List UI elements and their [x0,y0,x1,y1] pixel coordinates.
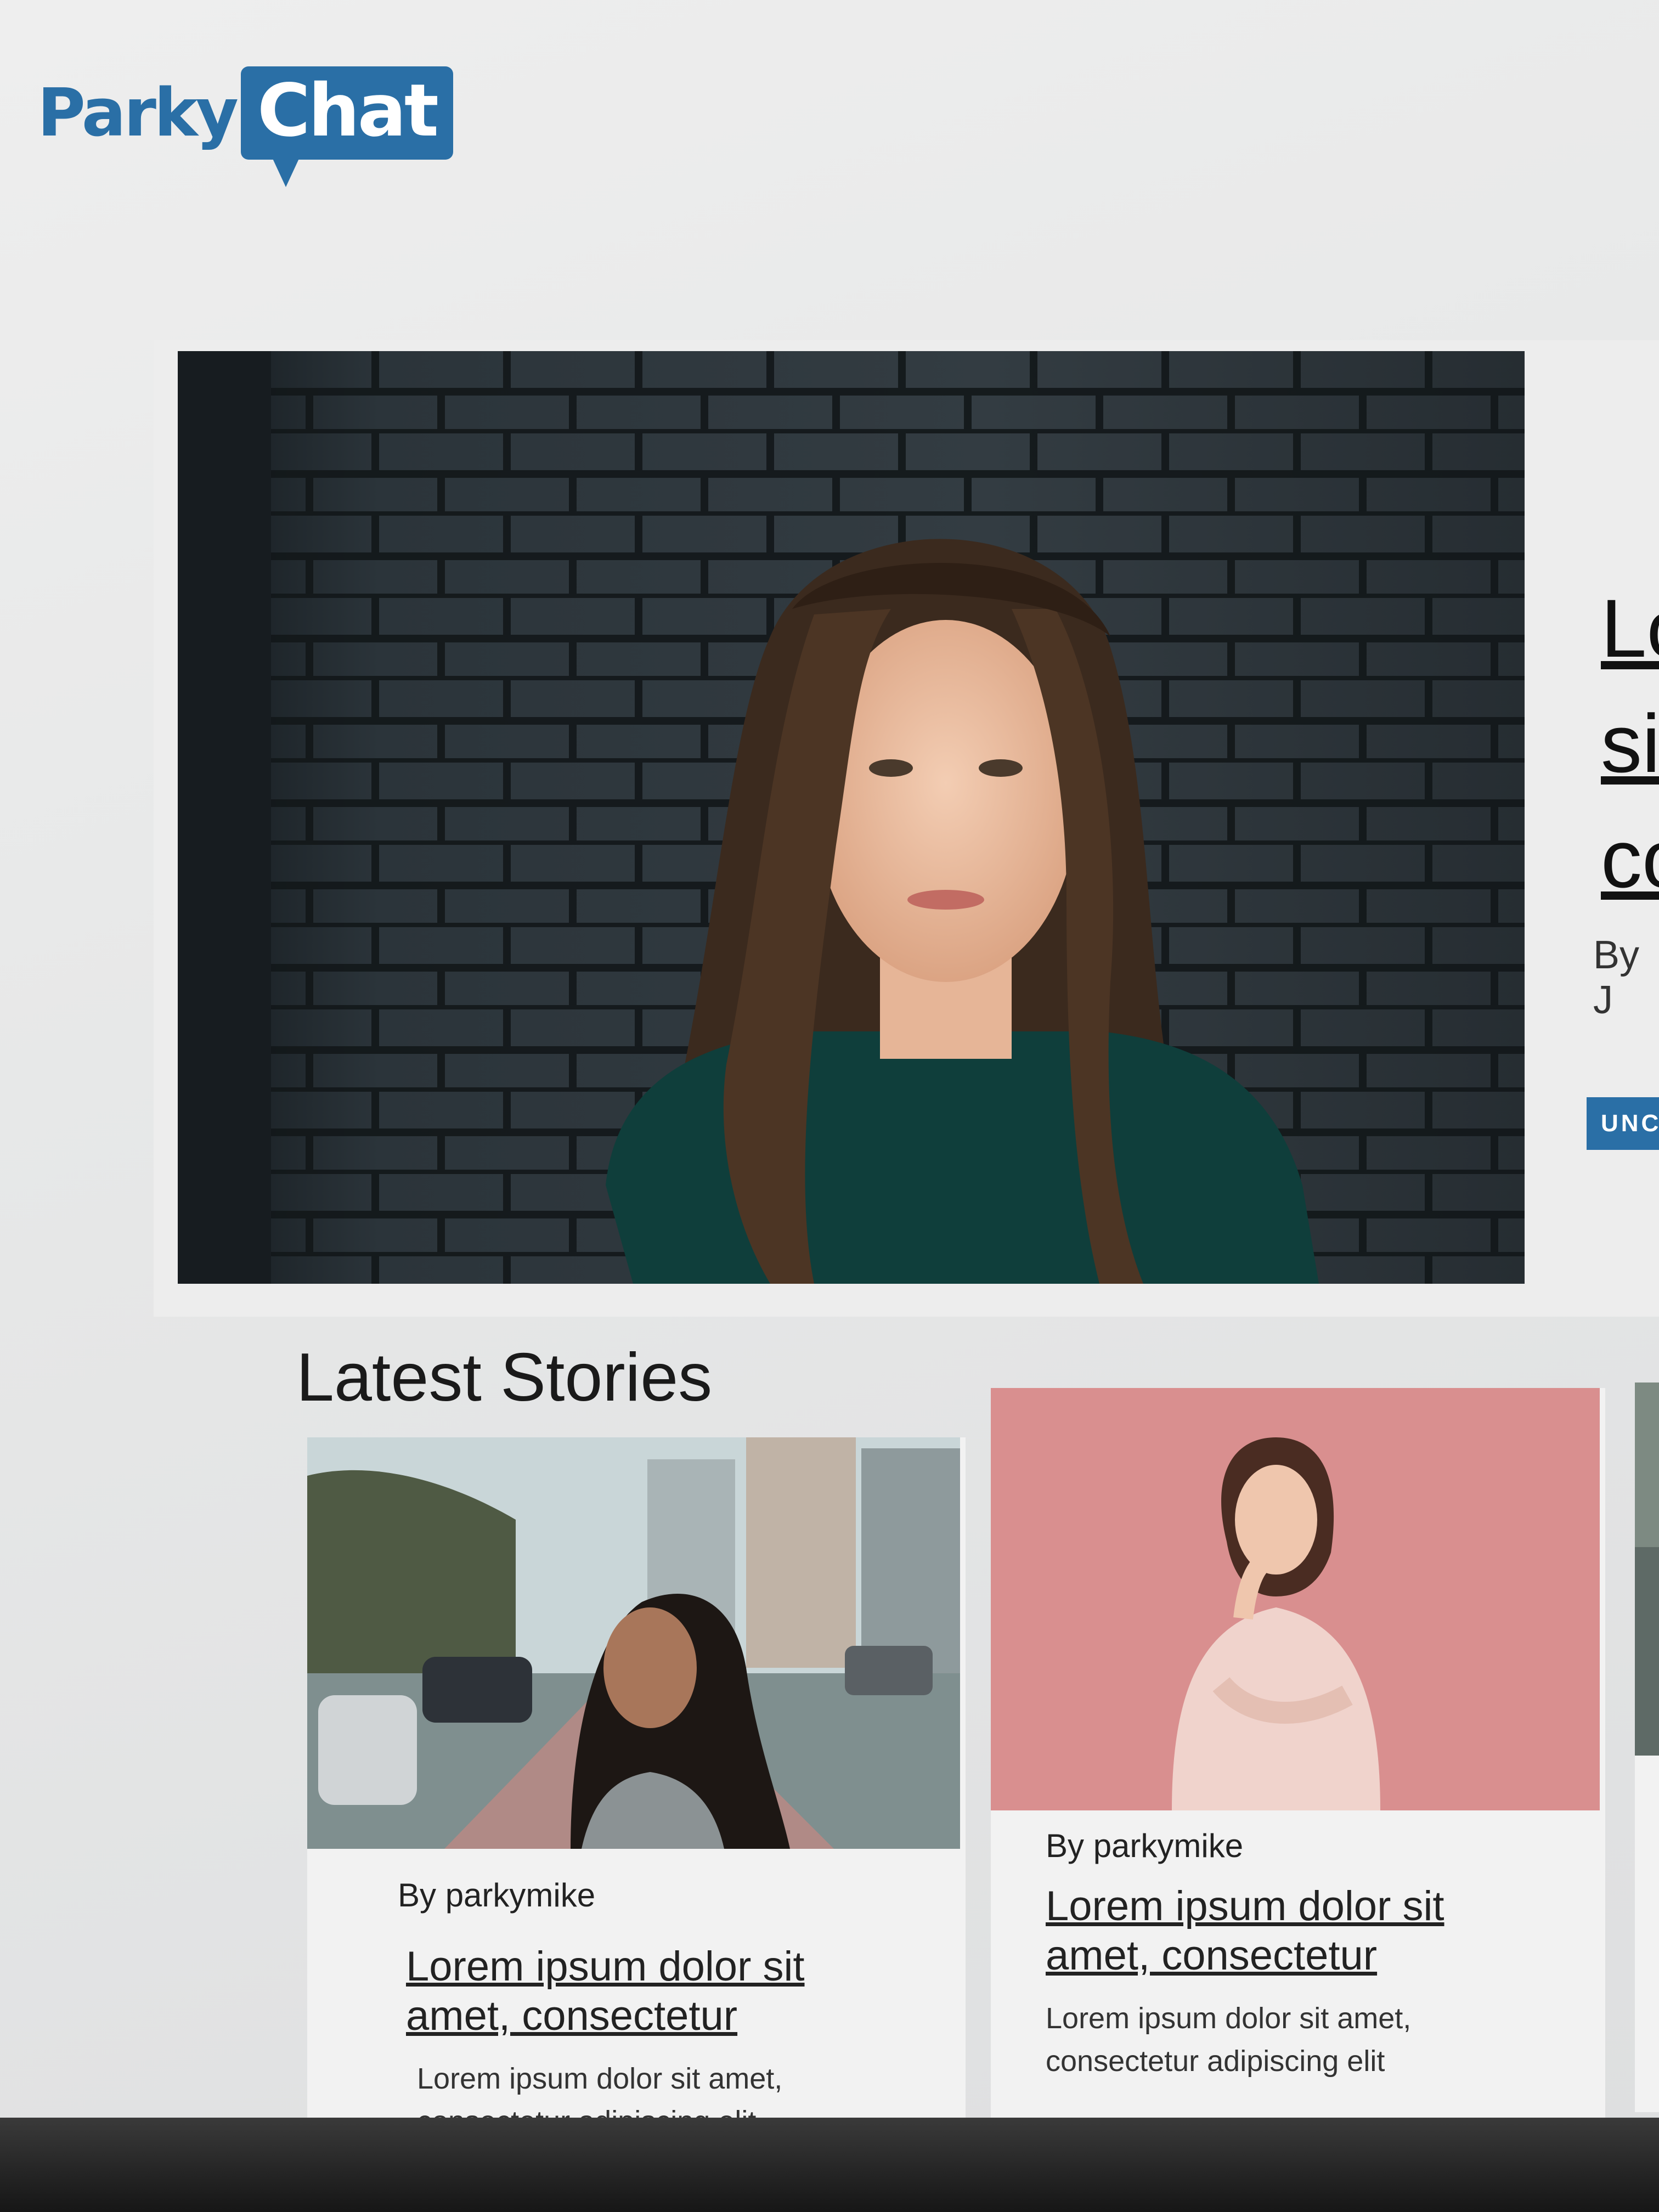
category-badge[interactable]: UNC [1587,1097,1659,1150]
story-excerpt: Lorem ipsum dolor sit amet, consectetur … [1046,2002,1412,2078]
story-byline: By parkymike [1046,1827,1244,1864]
story-image[interactable] [991,1388,1600,1810]
logo-text-parky: Parky [37,75,239,151]
logo-chat-bubble: Chat [240,66,453,187]
portrait-photo-woman-brick-wall [178,351,1525,1284]
photo-partial [1635,1383,1659,1756]
story-image[interactable] [307,1437,960,1849]
featured-post-image[interactable] [178,351,1525,1284]
photo-woman-street [307,1437,960,1849]
story-card: By parkymike Lorem ipsum dolor sit amet,… [991,1388,1605,2118]
story-image[interactable] [1635,1383,1659,1756]
story-card-partial [1635,1383,1659,2112]
story-card: By parkymike Lorem ipsum dolor sit amet,… [307,1437,966,2138]
story-byline: By parkymike [398,1877,596,1914]
featured-post-title-link[interactable]: Lo si co [1601,571,1659,916]
story-title-link[interactable]: Lorem ipsum dolor sit amet, consectetur [406,1942,900,2041]
browser-viewport: Parky Chat L si c By J UNC Latest Storie… [0,0,1659,2140]
site-logo[interactable]: Parky Chat [37,53,453,187]
featured-post-byline: By J [1593,933,1640,1022]
latest-stories-heading: Latest Stories [296,1340,713,1415]
photo-woman-pink-background [991,1388,1600,1810]
story-title-link[interactable]: Lorem ipsum dolor sit amet, consectetur [1046,1882,1539,1980]
laptop-bezel [0,2118,1659,2212]
